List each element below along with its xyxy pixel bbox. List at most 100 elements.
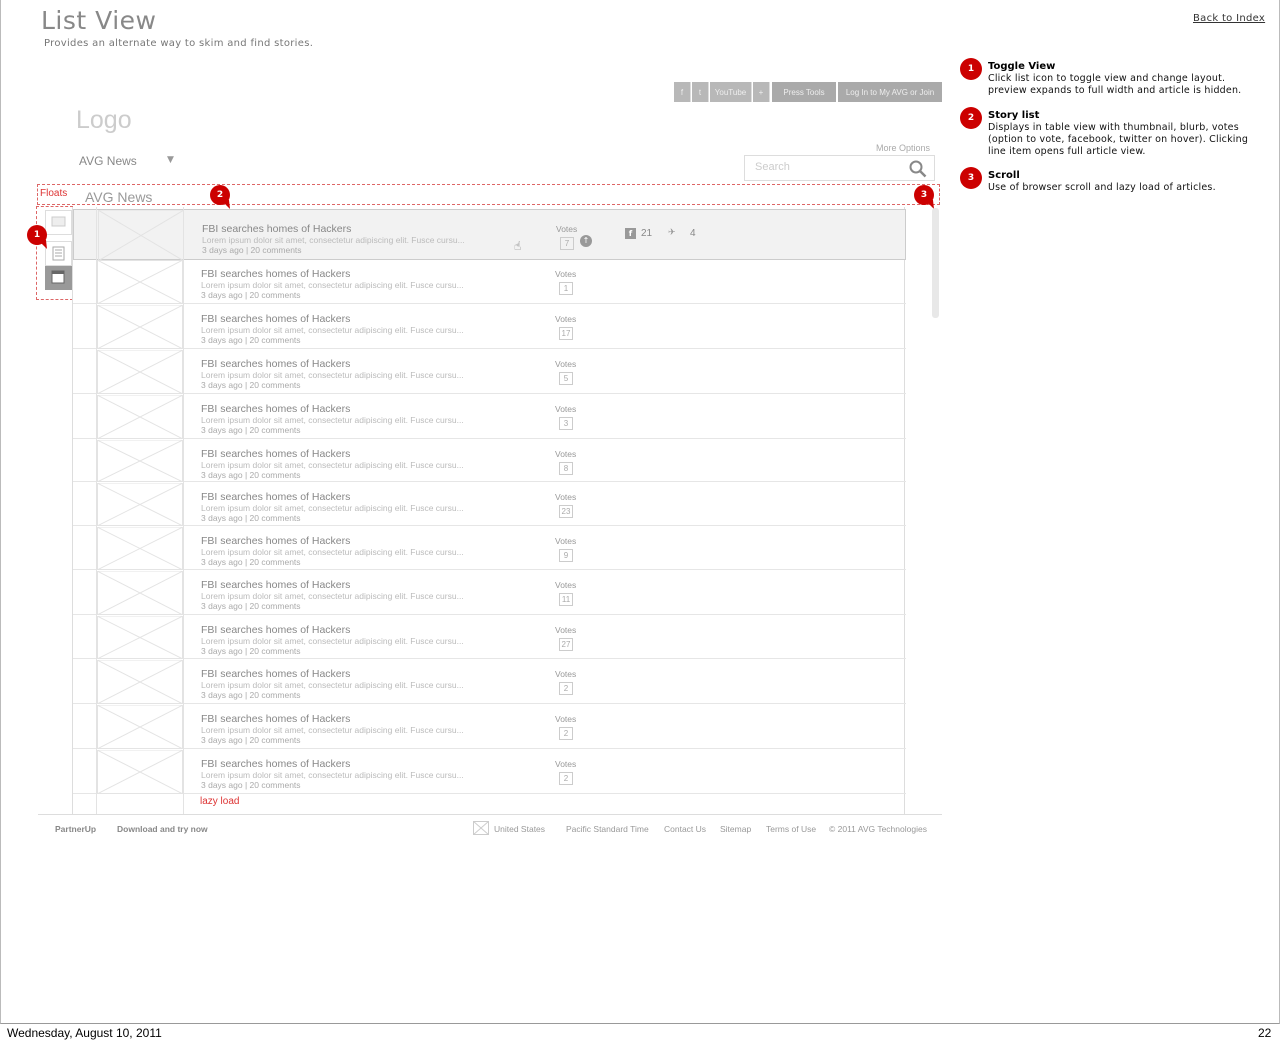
story-meta: 3 days ago | 20 comments — [201, 780, 301, 790]
footer-partnerup[interactable]: PartnerUp — [55, 824, 96, 834]
login-button[interactable]: Log In to My AVG or Join — [838, 82, 942, 102]
page-subtitle: Provides an alternate way to skim and fi… — [44, 38, 314, 49]
votes-label: Votes — [556, 224, 578, 234]
search-icon[interactable] — [909, 160, 927, 178]
votes-label: Votes — [555, 314, 577, 324]
vote-count: 9 — [559, 549, 573, 562]
votes-label: Votes — [555, 580, 577, 590]
footer-contact[interactable]: Contact Us — [664, 824, 706, 834]
thumbnail-placeholder — [97, 350, 183, 394]
vote-count: 17 — [559, 327, 573, 340]
story-blurb: Lorem ipsum dolor sit amet, consectetur … — [201, 547, 464, 557]
votes-label: Votes — [555, 714, 577, 724]
thumbnail-placeholder — [97, 483, 183, 526]
plus-icon[interactable]: + — [753, 82, 770, 102]
story-meta: 3 days ago | 20 comments — [201, 557, 301, 567]
story-title[interactable]: FBI searches homes of Hackers — [201, 358, 350, 370]
dropdown-arrow-icon[interactable]: ▼ — [167, 155, 174, 165]
story-meta: 3 days ago | 20 comments — [201, 513, 301, 523]
window-icon — [51, 270, 65, 284]
footer-copyright: © 2011 AVG Technologies — [829, 824, 927, 834]
full-view-toggle[interactable] — [45, 266, 72, 290]
floats-label: Floats — [40, 188, 68, 199]
thumbnail-placeholder — [97, 616, 183, 659]
twitter-share-icon[interactable]: ✈ — [668, 228, 676, 238]
twitter-count: 4 — [690, 228, 696, 239]
list-column-divider — [183, 207, 184, 815]
hand-cursor-icon: ☝ — [514, 239, 522, 253]
story-row[interactable]: FBI searches homes of Hackers Lorem ipsum… — [73, 483, 906, 526]
story-row[interactable]: FBI searches homes of Hackers Lorem ipsum… — [73, 616, 906, 659]
vote-count: 7 — [560, 237, 574, 250]
footer-download[interactable]: Download and try now — [117, 824, 208, 834]
thumbnail-placeholder — [97, 571, 183, 615]
story-meta: 3 days ago | 20 comments — [201, 646, 301, 656]
story-title[interactable]: FBI searches homes of Hackers — [201, 624, 350, 636]
note-badge: 3 — [960, 167, 982, 189]
story-row[interactable]: FBI searches homes of Hackers Lorem ipsum… — [73, 350, 906, 394]
story-row[interactable]: FBI searches homes of Hackers Lorem ipsum… — [73, 660, 906, 704]
story-title[interactable]: FBI searches homes of Hackers — [201, 579, 350, 591]
preview-view-toggle[interactable] — [45, 210, 72, 235]
story-row[interactable]: FBI searches homes of Hackers Lorem ipsum… — [73, 395, 906, 439]
thumbnail-placeholder — [98, 210, 184, 261]
twitter-icon[interactable]: t — [692, 82, 709, 102]
story-title[interactable]: FBI searches homes of Hackers — [201, 313, 350, 325]
vote-count: 23 — [559, 505, 573, 518]
story-title[interactable]: FBI searches homes of Hackers — [201, 403, 350, 415]
story-row[interactable]: FBI searches homes of Hackers Lorem ipsum… — [73, 571, 906, 615]
story-meta: 3 days ago | 20 comments — [201, 290, 301, 300]
story-title[interactable]: FBI searches homes of Hackers — [201, 491, 350, 503]
votes-label: Votes — [555, 359, 577, 369]
story-row[interactable]: FBI searches homes of Hackers Lorem ipsum… — [73, 440, 906, 482]
vote-count: 3 — [559, 417, 573, 430]
pin-tail-1 — [38, 240, 47, 249]
youtube-icon[interactable]: YouTube — [710, 82, 752, 102]
site-select[interactable]: AVG News — [79, 154, 137, 168]
story-list: FBI searches homes of Hackers Lorem ipsum… — [72, 207, 906, 815]
note-text: Click list icon to toggle view and chang… — [988, 73, 1242, 96]
scrollbar[interactable] — [932, 208, 939, 318]
thumbnail-placeholder — [97, 527, 183, 570]
story-blurb: Lorem ipsum dolor sit amet, consectetur … — [201, 770, 464, 780]
story-row[interactable]: FBI searches homes of Hackers Lorem ipsum… — [73, 527, 906, 570]
vote-up-icon[interactable]: ↑ — [580, 235, 592, 247]
story-title[interactable]: FBI searches homes of Hackers — [201, 758, 350, 770]
story-title[interactable]: FBI searches homes of Hackers — [201, 535, 350, 547]
story-title[interactable]: FBI searches homes of Hackers — [201, 448, 350, 460]
facebook-icon[interactable]: f — [674, 82, 691, 102]
note-badge: 2 — [960, 107, 982, 129]
story-title[interactable]: FBI searches homes of Hackers — [201, 268, 350, 280]
more-options-link[interactable]: More Options — [876, 143, 930, 153]
votes-label: Votes — [555, 492, 577, 502]
footer-sitemap[interactable]: Sitemap — [720, 824, 751, 834]
footer-country[interactable]: United States — [494, 824, 545, 834]
list-view-toggle[interactable] — [45, 241, 72, 266]
story-row[interactable]: FBI searches homes of Hackers Lorem ipsum… — [73, 260, 906, 304]
story-row[interactable]: FBI searches homes of Hackers Lorem ipsum… — [73, 705, 906, 749]
story-title[interactable]: FBI searches homes of Hackers — [202, 223, 351, 235]
list-icon — [52, 246, 65, 261]
story-blurb: Lorem ipsum dolor sit amet, consectetur … — [201, 680, 464, 690]
story-title[interactable]: FBI searches homes of Hackers — [201, 668, 350, 680]
story-row[interactable]: FBI searches homes of Hackers Lorem ipsum… — [73, 209, 906, 261]
story-meta: 3 days ago | 20 comments — [201, 735, 301, 745]
story-row[interactable]: FBI searches homes of Hackers Lorem ipsum… — [73, 750, 906, 794]
story-blurb: Lorem ipsum dolor sit amet, consectetur … — [202, 235, 465, 245]
story-meta: 3 days ago | 20 comments — [201, 601, 301, 611]
print-date: Wednesday, August 10, 2011 — [7, 1026, 162, 1040]
story-title[interactable]: FBI searches homes of Hackers — [201, 713, 350, 725]
facebook-share-icon[interactable]: f — [625, 228, 636, 239]
footer-terms[interactable]: Terms of Use — [766, 824, 816, 834]
press-tools-button[interactable]: Press Tools — [772, 82, 836, 102]
story-blurb: Lorem ipsum dolor sit amet, consectetur … — [201, 503, 464, 513]
story-blurb: Lorem ipsum dolor sit amet, consectetur … — [201, 325, 464, 335]
thumbnail-placeholder — [97, 260, 183, 304]
footer-timezone[interactable]: Pacific Standard Time — [566, 824, 649, 834]
back-to-index-link[interactable]: Back to Index — [1193, 13, 1265, 24]
vote-count: 11 — [559, 593, 573, 606]
search-input[interactable]: Search — [744, 155, 935, 181]
annotation-box-header — [37, 184, 940, 205]
story-row[interactable]: FBI searches homes of Hackers Lorem ipsum… — [73, 305, 906, 349]
votes-label: Votes — [555, 625, 577, 635]
